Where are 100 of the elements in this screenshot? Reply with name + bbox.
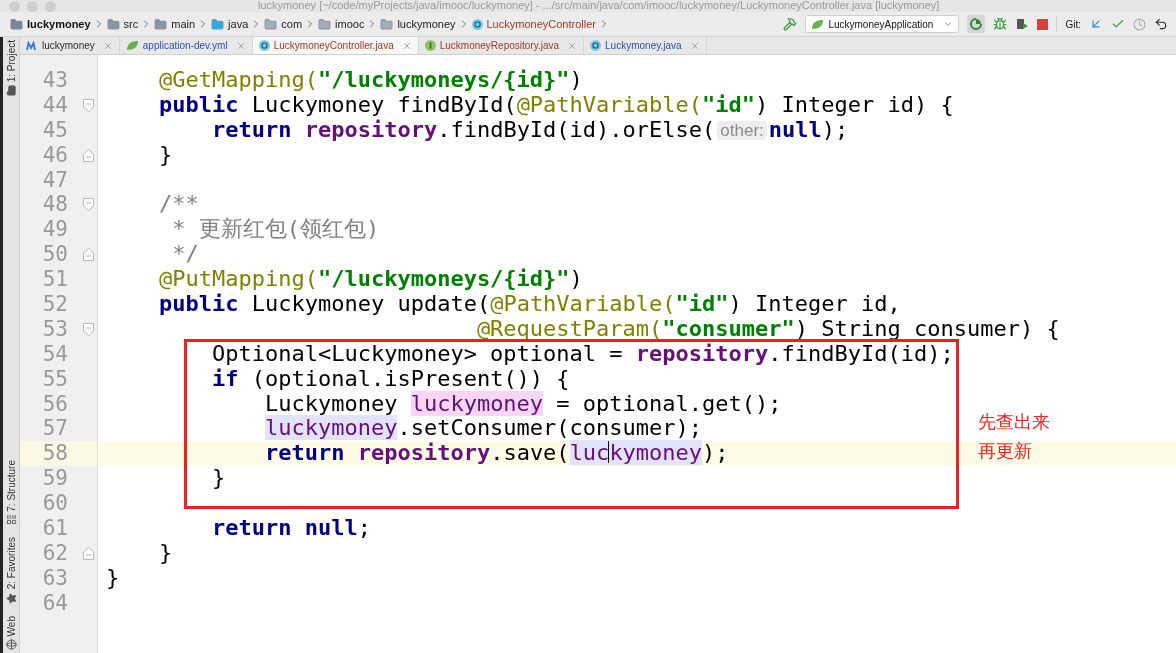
line-number: 48 bbox=[41, 194, 69, 216]
code-text: } bbox=[159, 539, 173, 565]
interface-icon bbox=[424, 40, 436, 51]
tab-label: application-dev.yml bbox=[142, 39, 228, 53]
tab-label: LuckmoneyRepository.java bbox=[439, 39, 560, 53]
line-number: 53 bbox=[41, 318, 69, 340]
profile-icon[interactable] bbox=[1015, 17, 1030, 31]
leaf-icon bbox=[811, 18, 825, 30]
folder-icon bbox=[380, 17, 394, 31]
breadcrumb-item[interactable]: imooc bbox=[318, 15, 365, 33]
leaf-icon bbox=[125, 40, 139, 51]
code-text: ); bbox=[821, 116, 849, 142]
string-literal: "consumer" bbox=[662, 315, 795, 341]
close-icon[interactable] bbox=[235, 40, 246, 51]
code-text: .save( bbox=[490, 440, 570, 466]
close-icon[interactable] bbox=[401, 40, 412, 51]
close-icon[interactable] bbox=[102, 40, 113, 51]
line-number: 45 bbox=[41, 119, 69, 141]
breadcrumb-item[interactable]: src bbox=[106, 15, 139, 33]
history-icon[interactable] bbox=[1133, 17, 1146, 31]
line-number: 44 bbox=[41, 94, 69, 116]
fold-marker-icon[interactable] bbox=[83, 98, 94, 112]
breadcrumb-item[interactable]: LuckymoneyController bbox=[471, 15, 596, 33]
fold-marker-icon[interactable] bbox=[83, 198, 94, 212]
keyword: null bbox=[304, 515, 358, 541]
field-name: repository bbox=[304, 116, 438, 142]
folder-icon bbox=[5, 85, 17, 97]
debug-icon[interactable] bbox=[993, 17, 1008, 31]
annotation: @RequestParam( bbox=[476, 315, 663, 341]
fold-marker-icon[interactable] bbox=[83, 322, 94, 336]
breadcrumb-item[interactable]: com bbox=[264, 15, 303, 33]
tool-window-button[interactable]: 7: Structure bbox=[3, 456, 19, 529]
line-number: 59 bbox=[41, 468, 69, 490]
git-label: Git: bbox=[1065, 17, 1081, 32]
variable-usage: kymoney bbox=[609, 440, 703, 466]
tool-window-button[interactable]: 1: Project bbox=[3, 37, 19, 100]
annotation-note: 先查出来 再更新 bbox=[978, 410, 1050, 463]
run-coverage-button[interactable] bbox=[967, 15, 986, 33]
line-number: 60 bbox=[41, 493, 69, 515]
close-icon[interactable] bbox=[689, 40, 700, 51]
code-text: ) Integer id, bbox=[728, 291, 901, 316]
line-number: 43 bbox=[41, 69, 69, 91]
fold-marker-icon[interactable] bbox=[83, 148, 94, 162]
breadcrumb-item[interactable]: luckymoney bbox=[380, 15, 456, 33]
code-text: Luckymoney findById( bbox=[251, 91, 517, 117]
zoom-window-button[interactable] bbox=[45, 0, 56, 12]
minimize-window-button[interactable] bbox=[27, 0, 38, 12]
tool-window-button[interactable]: 2: Favorites bbox=[3, 534, 19, 607]
string-literal: "/luckymoneys/{id}" bbox=[317, 266, 570, 292]
line-number: 49 bbox=[41, 219, 69, 241]
keyword: return bbox=[264, 440, 345, 466]
breadcrumb-item[interactable]: luckymoney bbox=[10, 15, 91, 33]
dropdown-icon bbox=[943, 19, 954, 29]
breadcrumb-item[interactable]: java bbox=[211, 15, 249, 33]
code-text: Luckymoney update( bbox=[251, 291, 491, 316]
tab-label: LuckymoneyController.java bbox=[273, 39, 394, 53]
window-title: luckymoney [~/code/myProjects/java/imooc/luckymoney] - .../src/main/java/com/imooc/luckymoney/LuckymoneyController.java [luckymoney] bbox=[258, 0, 940, 11]
annotation: @PutMapping( bbox=[159, 266, 318, 292]
field-name: repository bbox=[635, 340, 769, 366]
globe-icon bbox=[5, 639, 17, 650]
tool-window-button[interactable]: Web bbox=[3, 612, 19, 653]
breadcrumb-item[interactable]: main bbox=[154, 15, 196, 33]
folder-icon bbox=[106, 17, 120, 31]
fold-marker-icon[interactable] bbox=[83, 248, 94, 262]
folder-icon bbox=[211, 17, 225, 31]
stop-icon[interactable] bbox=[1037, 18, 1049, 30]
keyword: public bbox=[159, 291, 239, 316]
line-number: 61 bbox=[41, 517, 69, 539]
code-text: ); bbox=[702, 440, 729, 466]
parameter-hint: other: bbox=[717, 120, 767, 140]
code-text: = optional.get(); bbox=[556, 390, 782, 416]
line-number: 54 bbox=[41, 343, 69, 365]
annotation: @PathVariable( bbox=[516, 91, 703, 117]
annotation: @PathVariable( bbox=[490, 291, 676, 316]
folder-icon bbox=[264, 17, 278, 31]
coverage-icon bbox=[970, 18, 983, 30]
class-icon bbox=[590, 40, 602, 51]
annotation: @GetMapping( bbox=[159, 67, 318, 92]
commit-icon[interactable] bbox=[1111, 17, 1125, 31]
tab-label: luckymoney bbox=[42, 39, 95, 53]
code-text: .findById(id); bbox=[768, 340, 954, 366]
class-icon bbox=[471, 18, 483, 30]
revert-icon[interactable] bbox=[1154, 17, 1168, 31]
build-icon[interactable] bbox=[783, 17, 798, 31]
line-number: 63 bbox=[41, 567, 69, 589]
line-number: 46 bbox=[41, 144, 69, 166]
class-icon bbox=[258, 40, 270, 51]
code-text: ; bbox=[357, 515, 371, 541]
code-text: (optional.isPresent()) { bbox=[251, 365, 570, 391]
close-window-button[interactable] bbox=[9, 0, 20, 12]
close-icon[interactable] bbox=[567, 40, 578, 51]
structure-icon bbox=[5, 514, 17, 526]
fold-marker-icon[interactable] bbox=[83, 546, 94, 560]
module-icon bbox=[26, 40, 38, 51]
code-comment: /** bbox=[159, 191, 199, 217]
run-configuration-dropdown[interactable]: LuckymoneyApplication bbox=[805, 15, 960, 33]
code-text: } bbox=[106, 564, 120, 590]
editor-tab[interactable]: LuckymoneyController.java bbox=[252, 37, 419, 54]
code-text: ) bbox=[569, 67, 583, 92]
variable-declaration: luckymoney bbox=[410, 390, 544, 416]
